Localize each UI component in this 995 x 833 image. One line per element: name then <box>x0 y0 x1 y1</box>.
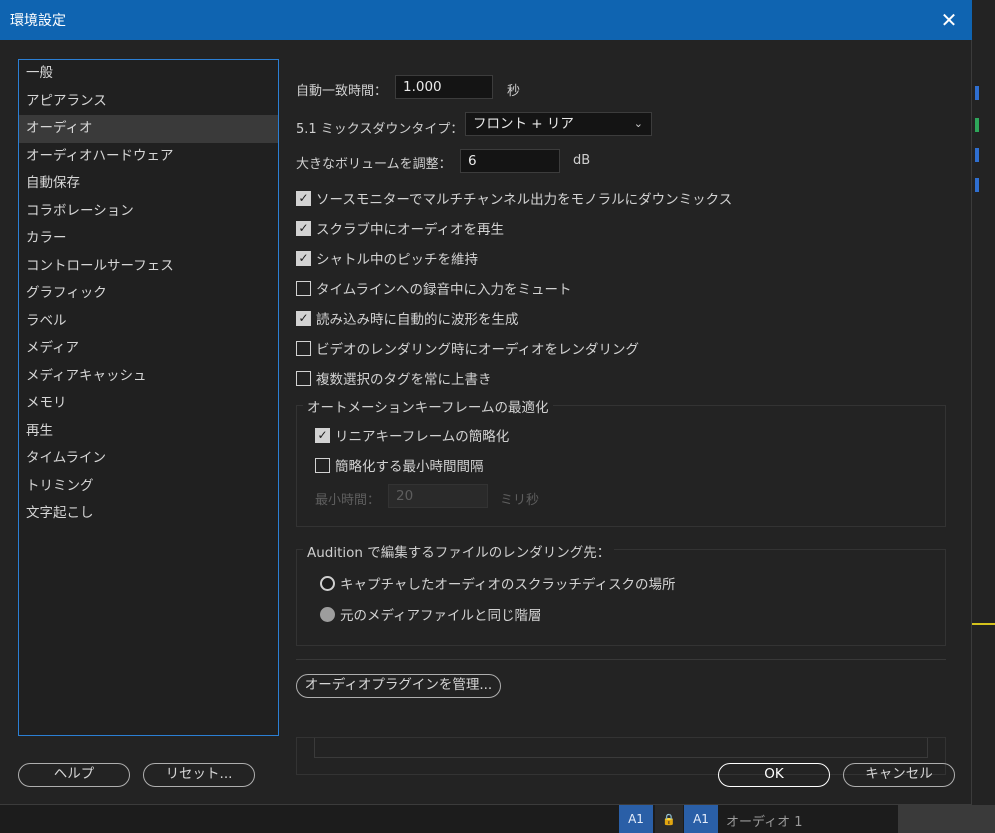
help-button[interactable]: ヘルプ <box>18 763 130 787</box>
scratch-disk-radio[interactable]: キャプチャしたオーディオのスクラッチディスクの場所 <box>320 573 675 593</box>
checkbox-empty-icon <box>296 340 311 356</box>
track-marker <box>975 178 979 192</box>
same-folder-radio[interactable]: 元のメディアファイルと同じ階層 <box>320 604 542 624</box>
preferences-dialog: 環境設定 ✕ 一般 アピアランス オーディオ オーディオハードウェア 自動保存 コラボレー… <box>0 0 972 805</box>
sidebar-item[interactable]: コラボレーション <box>19 198 278 226</box>
sidebar-item[interactable]: 自動保存 <box>19 170 278 198</box>
sidebar-item[interactable]: メディア <box>19 335 278 363</box>
cancel-button[interactable]: キャンセル <box>843 763 955 787</box>
background-timeline <box>0 805 995 833</box>
lock-icon: 🔒 <box>655 805 683 833</box>
divider <box>296 659 946 660</box>
audio-settings-panel: 自動一致時間： 1.000 秒 5.1 ミックスダウンタイプ： フロント + リ… <box>296 60 946 780</box>
checkbox-check-icon: ✓ <box>296 250 311 266</box>
volume-unit: dB <box>573 153 591 168</box>
option-checkbox[interactable]: ✓ ソースモニターでマルチチャンネル出力をモノラルにダウンミックス <box>296 188 732 208</box>
track-name: オーディオ 1 <box>726 815 803 830</box>
track-marker <box>975 148 979 162</box>
scratch-disk-label: キャプチャしたオーディオのスクラッチディスクの場所 <box>340 577 676 593</box>
checkbox-check-icon: ✓ <box>296 220 311 236</box>
sidebar-item[interactable]: トリミング <box>19 473 278 501</box>
volume-label: 大きなボリュームを調整： <box>296 157 452 172</box>
category-list: 一般 アピアランス オーディオ オーディオハードウェア 自動保存 コラボレーション カラーコ… <box>18 59 279 736</box>
option-label: スクラブ中にオーディオを再生 <box>316 222 505 238</box>
sidebar-item[interactable]: メモリ <box>19 390 278 418</box>
scroll-track <box>314 738 928 758</box>
option-label: ソースモニターでマルチチャンネル出力をモノラルにダウンミックス <box>316 192 733 208</box>
auto-match-label: 自動一致時間： <box>296 84 388 99</box>
checkbox-empty-icon <box>296 280 311 296</box>
waveform-thumbnail <box>898 805 995 833</box>
titlebar: 環境設定 ✕ <box>0 0 972 40</box>
option-label: ビデオのレンダリング時にオーディオをレンダリング <box>316 342 640 358</box>
radio-unselected-icon <box>320 575 335 591</box>
min-time-unit: ミリ秒 <box>500 493 540 508</box>
sidebar-item[interactable]: オーディオハードウェア <box>19 143 278 171</box>
min-interval-checkbox[interactable]: 簡略化する最小時間間隔 <box>315 455 484 475</box>
option-label: タイムラインへの録音中に入力をミュート <box>316 282 572 298</box>
track-marker <box>975 86 979 100</box>
sidebar-item[interactable]: 一般 <box>19 60 278 88</box>
sidebar-item[interactable]: 文字起こし <box>19 500 278 528</box>
auto-match-unit: 秒 <box>507 84 521 99</box>
option-checkbox[interactable]: ✓ スクラブ中にオーディオを再生 <box>296 218 504 238</box>
option-checkbox[interactable]: ✓ シャトル中のピッチを維持 <box>296 248 478 268</box>
background-panel-right <box>972 0 995 833</box>
min-time-label: 最小時間： <box>315 493 381 508</box>
track-source-chip: A1 <box>684 805 718 833</box>
option-label: 複数選択のタグを常に上書き <box>316 372 492 388</box>
manage-plugins-button[interactable]: オーディオプラグインを管理... <box>296 674 501 698</box>
volume-input[interactable]: 6 <box>460 149 560 173</box>
sidebar-item[interactable]: オーディオ <box>19 115 278 143</box>
sidebar-item[interactable]: メディアキャッシュ <box>19 363 278 391</box>
close-icon[interactable]: ✕ <box>938 9 960 31</box>
same-folder-label: 元のメディアファイルと同じ階層 <box>340 608 542 624</box>
linear-keyframe-checkbox[interactable]: ✓ リニアキーフレームの簡略化 <box>315 425 509 445</box>
checkbox-check-icon: ✓ <box>296 310 311 326</box>
sidebar-item[interactable]: グラフィック <box>19 280 278 308</box>
downmix-label: 5.1 ミックスダウンタイプ： <box>296 122 464 137</box>
radio-filled-icon <box>320 606 335 622</box>
sidebar-item[interactable]: カラー <box>19 225 278 253</box>
checkbox-check-icon: ✓ <box>315 427 330 443</box>
downmix-select[interactable]: フロント + リア ⌄ <box>465 112 652 136</box>
ok-button[interactable]: OK <box>718 763 830 787</box>
sidebar-item[interactable]: タイムライン <box>19 445 278 473</box>
auto-match-input[interactable]: 1.000 <box>395 75 493 99</box>
linear-keyframe-label: リニアキーフレームの簡略化 <box>335 429 510 445</box>
audition-group <box>296 549 946 646</box>
checkbox-empty-icon <box>296 370 311 386</box>
track-marker <box>975 118 979 132</box>
checkbox-empty-icon <box>315 457 330 473</box>
option-label: シャトル中のピッチを維持 <box>316 252 478 268</box>
option-checkbox[interactable]: ビデオのレンダリング時にオーディオをレンダリング <box>296 338 639 358</box>
checkbox-check-icon: ✓ <box>296 190 311 206</box>
automation-group-title: オートメーションキーフレームの最適化 <box>303 396 553 416</box>
dialog-title: 環境設定 <box>10 13 66 29</box>
option-checkbox[interactable]: 複数選択のタグを常に上書き <box>296 368 492 388</box>
chevron-down-icon: ⌄ <box>633 117 643 130</box>
playhead-line <box>972 623 995 625</box>
option-label: 読み込み時に自動的に波形を生成 <box>316 312 519 328</box>
sidebar-item[interactable]: ラベル <box>19 308 278 336</box>
min-interval-label: 簡略化する最小時間間隔 <box>335 459 484 475</box>
sidebar-item[interactable]: アピアランス <box>19 88 278 116</box>
downmix-value: フロント + リア <box>473 116 574 132</box>
audition-group-title: Audition で編集するファイルのレンダリング先： <box>303 541 615 561</box>
track-target-chip: A1 <box>619 805 653 833</box>
sidebar-item[interactable]: コントロールサーフェス <box>19 253 278 281</box>
reset-button[interactable]: リセット... <box>143 763 255 787</box>
option-checkbox[interactable]: ✓ 読み込み時に自動的に波形を生成 <box>296 308 519 328</box>
option-checkbox[interactable]: タイムラインへの録音中に入力をミュート <box>296 278 572 298</box>
sidebar-item[interactable]: 再生 <box>19 418 278 446</box>
min-time-input[interactable]: 20 <box>388 484 488 508</box>
